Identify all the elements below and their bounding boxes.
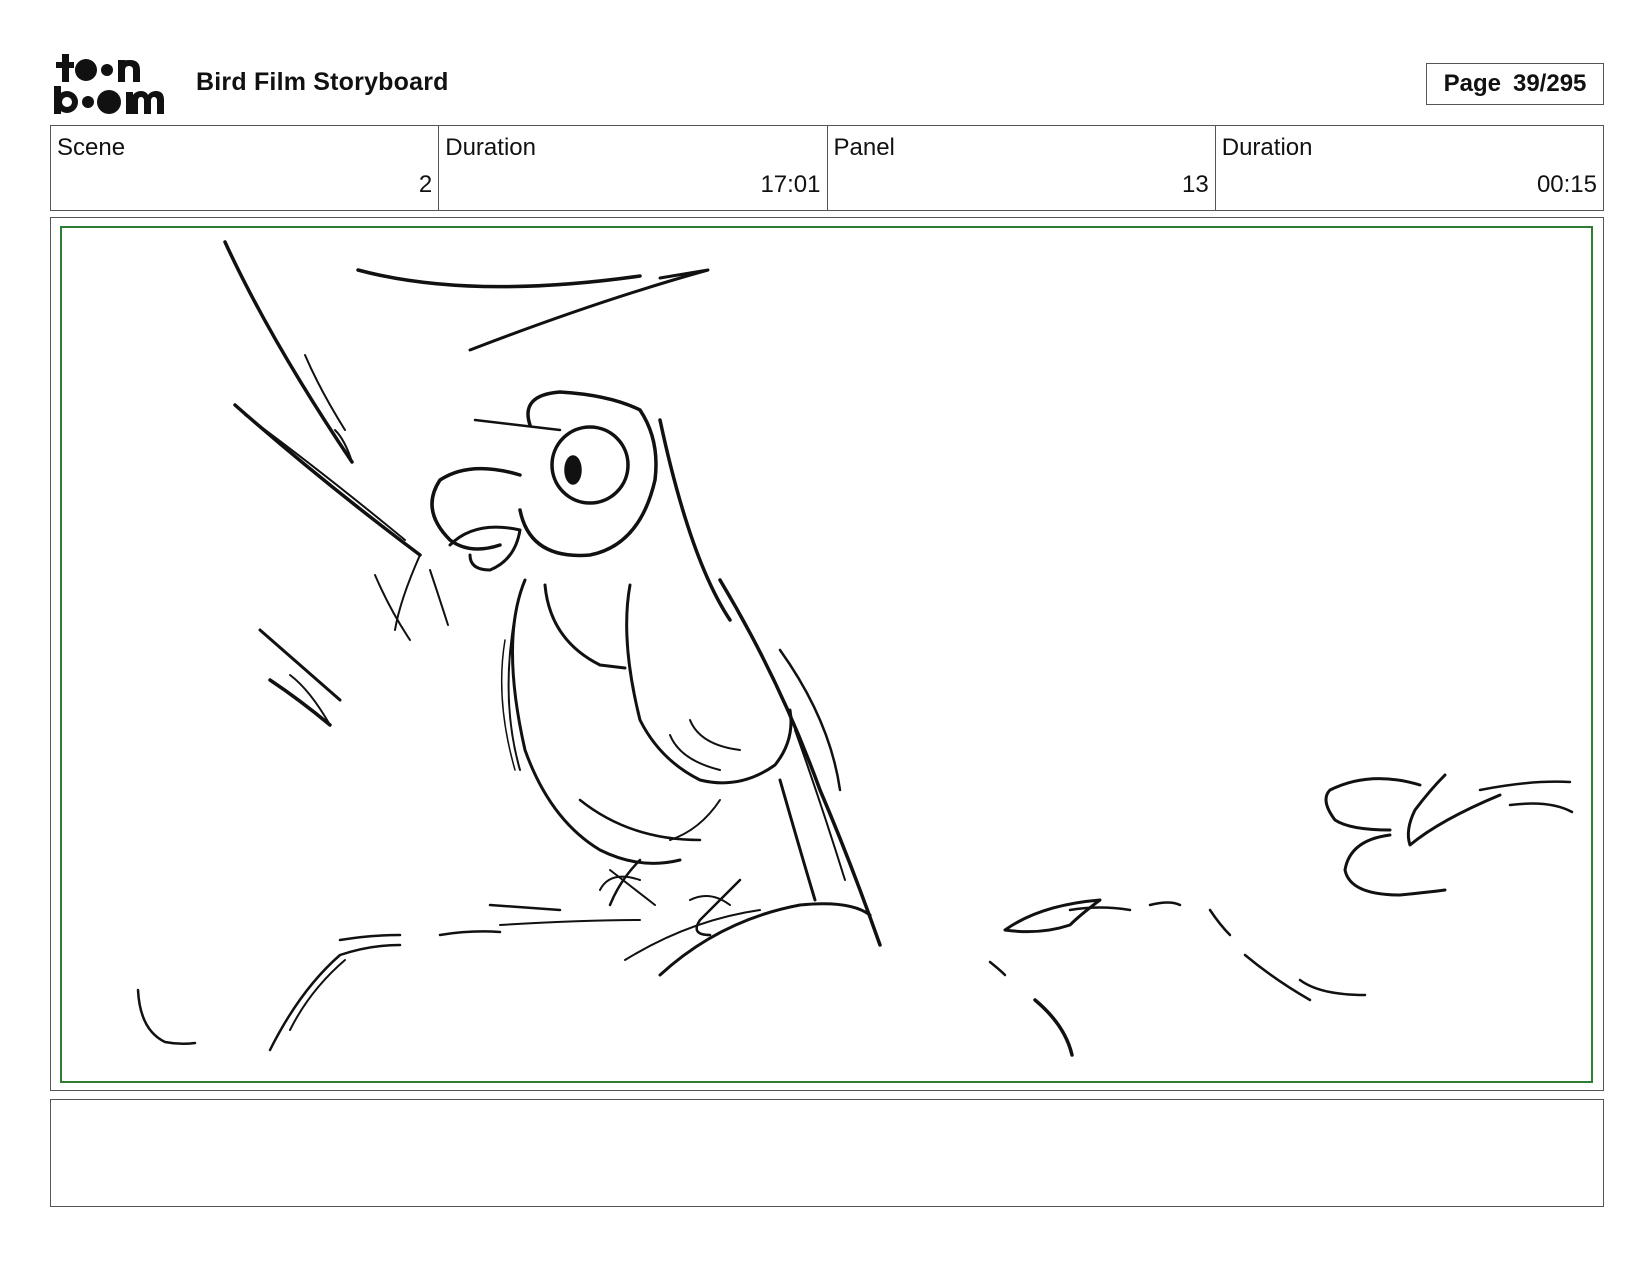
panel-notes-box	[50, 1099, 1604, 1207]
panel-duration-value: 00:15	[1536, 171, 1597, 198]
scene-duration-cell: Duration 17:01	[439, 126, 828, 210]
scene-label: Scene	[57, 134, 126, 161]
page-indicator: Page 39/295	[1426, 63, 1604, 105]
toon-boom-logo	[54, 54, 164, 114]
panel-label: Panel	[833, 134, 895, 161]
panel-duration-cell: Duration 00:15	[1216, 126, 1603, 210]
page-label: Page	[1443, 70, 1501, 97]
scene-cell: Scene 2	[51, 126, 440, 210]
panel-value: 13	[1182, 171, 1209, 198]
panel-duration-label: Duration	[1221, 134, 1313, 161]
panel-cell: Panel 13	[828, 126, 1216, 210]
document-title: Bird Film Storyboard	[196, 68, 449, 96]
scene-info-table: Scene 2 Duration 17:01 Panel 13 Duration…	[50, 125, 1604, 211]
scene-duration-label: Duration	[445, 134, 536, 161]
page-number: 39/295	[1512, 70, 1587, 97]
panel-sketch-drawing	[136, 240, 1574, 1057]
scene-duration-value: 17:01	[760, 171, 821, 198]
scene-value: 2	[418, 171, 433, 198]
